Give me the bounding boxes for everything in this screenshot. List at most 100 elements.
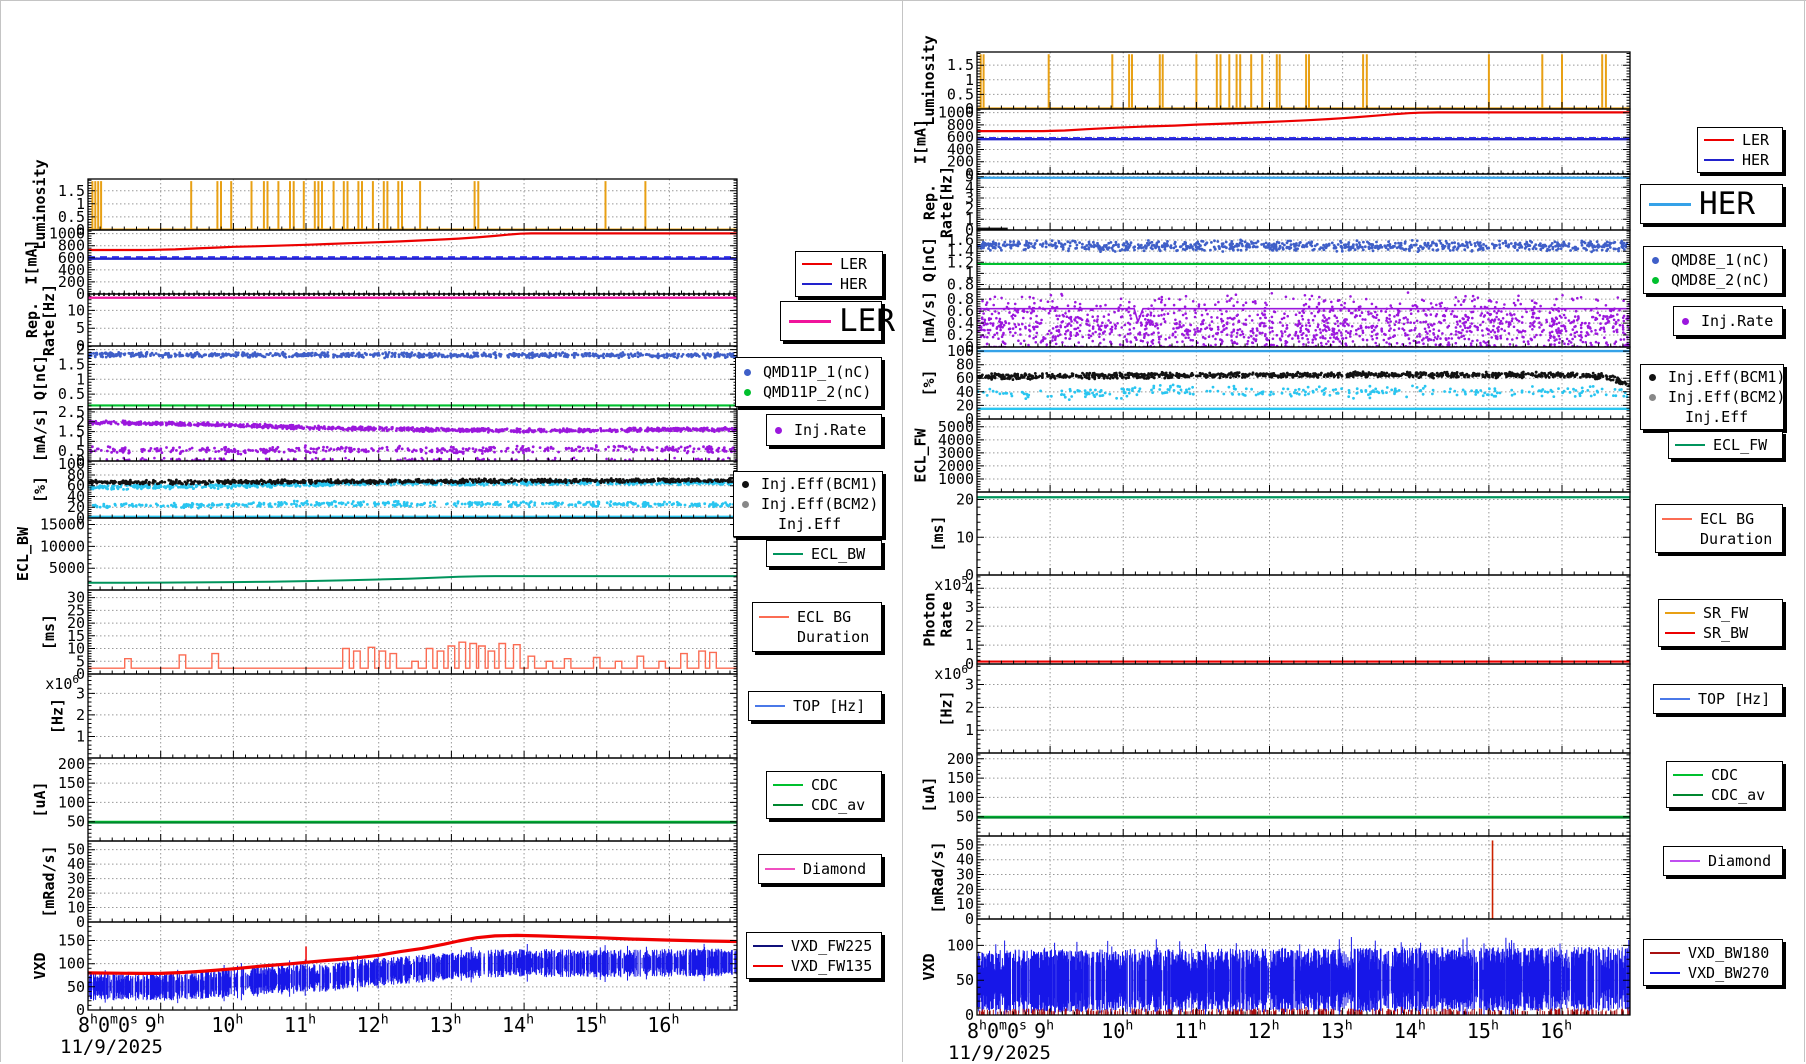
y-tick-label: 100 (58, 955, 85, 973)
y-axis: 123[Hz]x106 (934, 663, 974, 739)
legend-item: SR_FW (1663, 603, 1778, 623)
y-tick-label: 2 (76, 341, 85, 359)
axis-ticks (88, 520, 737, 590)
legend-item: Inj.Eff(BCM2) (1645, 387, 1779, 407)
legend-injection-rate: Inj.Rate (766, 414, 882, 446)
y-tick-label: 3 (76, 684, 85, 702)
axis-ticks (88, 760, 737, 841)
legend-line-swatch (802, 283, 832, 285)
y-tick-label: 5 (965, 168, 974, 186)
legend-item: VXD_FW225 (751, 936, 877, 956)
legend-label: Inj.Rate (1701, 311, 1773, 331)
y-tick-label: 2 (965, 698, 974, 716)
y-tick-label: 150 (947, 769, 974, 787)
y-axis-label: [ms] (929, 515, 947, 551)
legend-item: SR_BW (1663, 623, 1778, 643)
legend-item: CDC (1671, 765, 1778, 785)
y-tick-label: 1.6 (947, 231, 974, 249)
legend-line-swatch (759, 616, 789, 618)
axis-ticks (977, 54, 1630, 110)
x-tick-label: 10h​ (211, 1013, 243, 1037)
grid (977, 664, 1630, 753)
legend-label: SR_BW (1703, 623, 1748, 643)
chart-frame (88, 758, 737, 841)
legend-item: Inj.Rate (1678, 311, 1778, 331)
y-tick-label: 5000 (49, 559, 85, 577)
y-axis-label: [mRad/s] (929, 841, 947, 913)
legend-label: Inj.Eff(BCM2) (761, 494, 878, 514)
legend-diamond-dose: Diamond (758, 854, 882, 884)
chart-photon-rate: 01234PhotonRatex105 (920, 574, 1630, 673)
chart-frame (977, 575, 1630, 664)
y-axis: 051015202530[ms] (40, 589, 85, 683)
legend-label: LER (840, 254, 867, 274)
x-tick-label: 8h​0m​0s​ (967, 1019, 1027, 1043)
axis-ticks (88, 296, 737, 346)
legend-cdc-current: CDCCDC_av (766, 771, 882, 819)
y-axis-label: Rate[Hz] (937, 166, 955, 238)
panel-divider-line (902, 0, 903, 1062)
legend-item: TOP [Hz] (753, 696, 877, 716)
legend-line-swatch (1704, 139, 1734, 141)
x-tick-label: 12h​ (1247, 1019, 1279, 1043)
legend-line-swatch (1665, 612, 1695, 614)
legend-photon-rate: SR_FWSR_BW (1658, 599, 1783, 647)
y-axis-label: [uA] (31, 781, 49, 817)
chart-ecl-bg-duration: 051015202530[ms] (40, 589, 737, 683)
legend-line-swatch (1649, 203, 1691, 206)
legend-ecl-fw: ECL_FW (1668, 431, 1783, 459)
y-axis: 050100VXD (920, 936, 974, 1024)
legend-line-swatch (1673, 774, 1703, 776)
series-group (977, 351, 1630, 409)
chart-luminosity: 00.511.5Luminosity (31, 159, 737, 249)
legend-item: HER (1645, 187, 1778, 221)
y-axis-label: Photon (920, 592, 938, 646)
grid (977, 174, 1630, 230)
y-axis-label: [ms] (40, 614, 58, 650)
x-tick-label: 9h​ (145, 1013, 165, 1037)
series-group (977, 817, 1630, 818)
y-axis-label: Rep. (23, 302, 41, 338)
legend-label: HER (840, 274, 867, 294)
legend-charge: QMD11P_1(nC)QMD11P_2(nC) (735, 357, 882, 407)
series-group (88, 295, 737, 297)
y-tick-label: 50 (956, 836, 974, 854)
y-tick-label: 30 (67, 589, 85, 607)
legend-dot-swatch (775, 427, 782, 434)
axis-ticks (977, 231, 1630, 289)
legend-label: LER (1742, 130, 1769, 150)
y-axis: 020406080100[%] (920, 342, 974, 428)
y-tick-label: 3 (965, 598, 974, 616)
date-label-right: 11/9/2025 (948, 1042, 1051, 1064)
legend-dot-swatch (1652, 257, 1659, 264)
legend-line-swatch (755, 705, 785, 707)
y-axis-label: ECL_FW (912, 427, 930, 482)
legend-dot-swatch (1652, 277, 1659, 284)
y-tick-label: 0.8 (947, 290, 974, 308)
series-spikes (981, 54, 1606, 108)
legend-item: HER (1702, 150, 1778, 170)
y-tick-label: 1 (965, 721, 974, 739)
legend-label: Inj.Eff(BCM1) (1668, 367, 1785, 387)
series-group (977, 54, 1630, 108)
legend-item: VXD_BW270 (1648, 963, 1778, 983)
y-tick-label: 50 (67, 841, 85, 859)
legend-item: Inj.Eff(BCM1) (1645, 367, 1779, 387)
grid (977, 575, 1630, 664)
series-group (88, 181, 737, 229)
legend-label: QMD8E_1(nC) (1671, 250, 1770, 270)
series-group (88, 576, 737, 583)
x-tick-label: 13h​ (429, 1013, 461, 1037)
chart-frame (977, 52, 1630, 109)
y-tick-label: 1000 (49, 225, 85, 243)
chart-charge: 0.811.21.41.6Q[nC] (920, 230, 1630, 294)
legend-item: Inj.Eff(BCM1) (738, 474, 878, 494)
legend-label: CDC (1711, 765, 1738, 785)
chart-frame (977, 836, 1630, 919)
panel-right: 00.511.5Luminosity02004006008001000I[mA]… (912, 35, 1630, 1043)
strip-chart-canvas: 00.511.5Luminosity02004006008001000I[mA]… (0, 0, 1806, 1062)
axis-ticks (88, 410, 737, 461)
legend-line-swatch (1665, 632, 1695, 634)
legend-label: Duration (1700, 529, 1772, 549)
legend-injection-efficiency: Inj.Eff(BCM1)Inj.Eff(BCM2)Inj.Eff (1640, 364, 1784, 430)
